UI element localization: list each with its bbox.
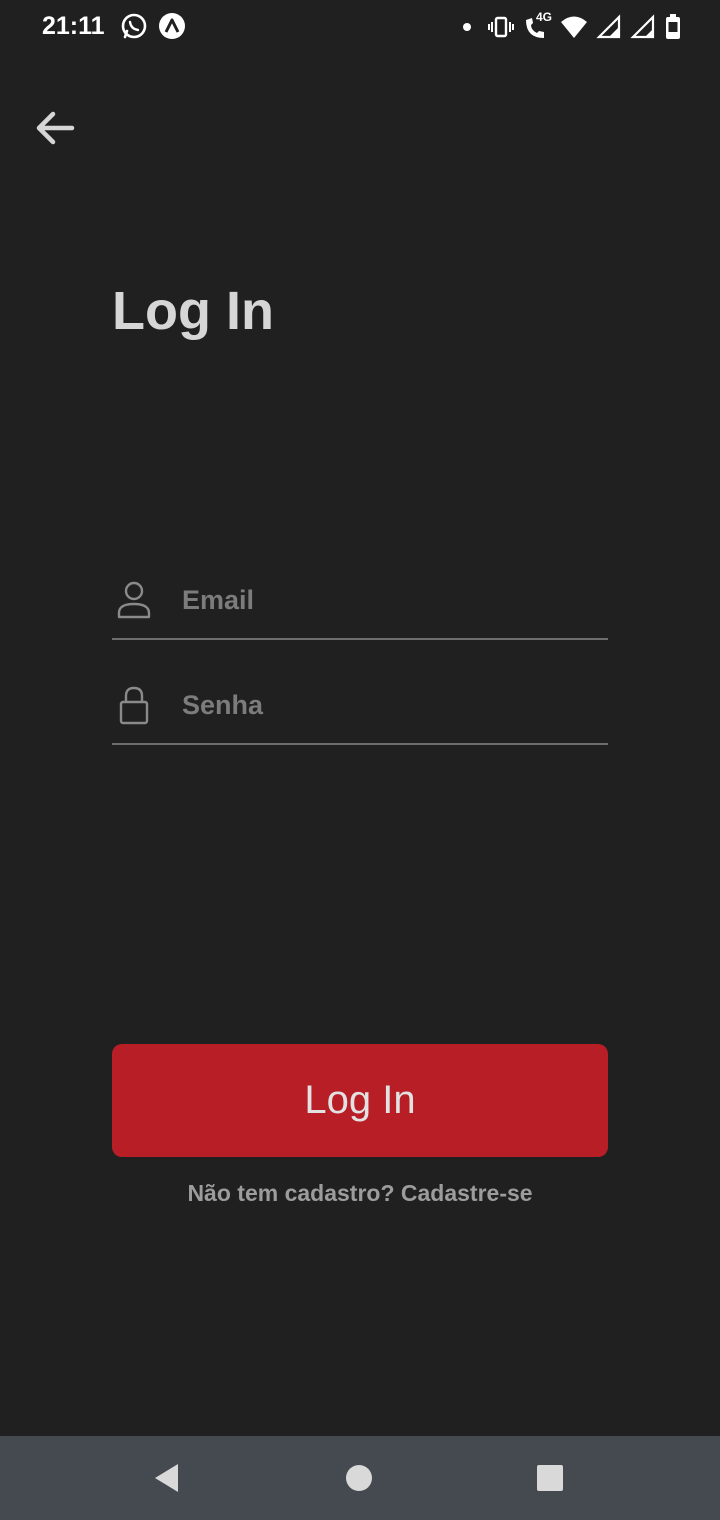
email-field[interactable]	[112, 566, 608, 640]
page-title: Log In	[112, 281, 274, 341]
status-bar: 21:11 4G	[0, 0, 720, 56]
dot-icon	[463, 23, 471, 31]
system-nav-bar	[0, 1436, 720, 1520]
login-button[interactable]: Log In	[112, 1044, 608, 1157]
status-left-icons	[120, 12, 186, 42]
whatsapp-icon	[121, 13, 147, 39]
wifi-icon	[561, 16, 587, 38]
arrow-left-icon	[36, 111, 75, 145]
status-right-icons: 4G	[454, 10, 682, 42]
circle-home-icon	[346, 1465, 372, 1491]
user-icon	[117, 581, 151, 619]
status-time: 21:11	[42, 12, 105, 40]
signal-icon	[596, 14, 621, 39]
network-label: 4G	[536, 10, 553, 24]
volte-4g-icon: 4G	[522, 10, 553, 42]
nav-home-button[interactable]	[335, 1454, 383, 1502]
triangle-back-icon	[155, 1464, 178, 1492]
battery-icon	[666, 14, 680, 39]
signup-link[interactable]: Não tem cadastro? Cadastre-se	[0, 1180, 720, 1207]
signal-icon-2	[630, 14, 655, 39]
password-field[interactable]	[112, 671, 608, 745]
back-button[interactable]	[30, 104, 78, 152]
lock-icon	[119, 686, 149, 725]
email-input[interactable]	[182, 578, 602, 622]
password-input[interactable]	[182, 683, 602, 727]
app-notification-icon	[159, 13, 185, 39]
nav-recents-button[interactable]	[526, 1454, 574, 1502]
nav-back-button[interactable]	[143, 1454, 191, 1502]
vibrate-icon	[488, 16, 514, 38]
square-recents-icon	[537, 1465, 563, 1491]
